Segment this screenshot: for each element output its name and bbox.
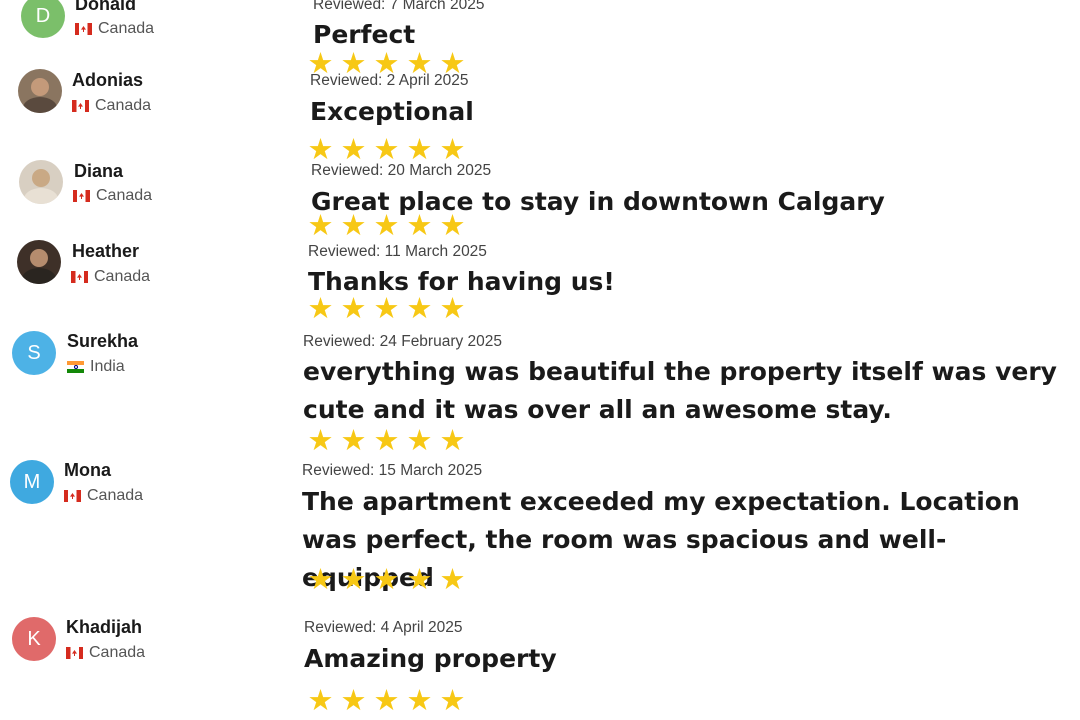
review-date: Reviewed: 11 March 2025 [308,243,487,260]
star-rating: ★ ★ ★ ★ ★ [305,293,468,323]
star-icon: ★ [439,683,466,717]
country-label: Canada [94,268,151,285]
star-icon: ★ [439,132,466,166]
star-icon: ★ [340,132,367,166]
star-icon: ★ [439,562,466,596]
star-icon: ★ [340,208,367,242]
reviewer-country: India [67,358,125,376]
star-rating: ★ ★ ★ ★ ★ [305,564,468,594]
avatar[interactable]: D [21,0,65,38]
avatar[interactable] [19,160,63,204]
star-icon: ★ [406,132,433,166]
reviewer-name: Donald [75,0,136,14]
review-date: Reviewed: 24 February 2025 [303,333,503,350]
review-date: Reviewed: 4 April 2025 [304,619,463,636]
reviewer-country: Canada [75,20,154,38]
star-icon: ★ [439,291,466,325]
star-icon: ★ [307,208,334,242]
reviewer-name: Adonias [72,70,144,90]
review-date: Reviewed: 2 April 2025 [310,72,469,89]
country-label: Canada [87,487,144,504]
star-icon: ★ [307,562,334,596]
star-icon: ★ [340,423,367,457]
reviewer-name: Khadijah [66,617,143,637]
star-icon: ★ [340,562,367,596]
reviewer-country: Canada [73,187,152,205]
india-flag-icon [67,361,84,373]
star-icon: ★ [373,683,400,717]
reviewer-country: Canada [72,97,151,115]
star-rating: ★ ★ ★ ★ ★ [305,134,468,164]
star-rating: ★ ★ ★ ★ ★ [305,210,468,240]
canada-flag-icon [71,271,88,283]
review-date: Reviewed: 15 March 2025 [302,462,483,479]
review-date: Reviewed: 7 March 2025 [313,0,485,13]
reviewer-name: Surekha [67,331,139,351]
country-label: Canada [95,97,152,114]
reviewer-name: Diana [74,161,124,181]
star-icon: ★ [307,683,334,717]
star-icon: ★ [406,291,433,325]
canada-flag-icon [75,23,92,35]
star-icon: ★ [439,208,466,242]
country-label: Canada [98,20,155,37]
star-icon: ★ [373,423,400,457]
star-icon: ★ [406,562,433,596]
star-rating: ★ ★ ★ ★ ★ [305,425,468,455]
avatar[interactable] [18,69,62,113]
star-icon: ★ [406,423,433,457]
avatar[interactable]: S [12,331,56,375]
review-title: Exceptional [310,97,474,126]
canada-flag-icon [64,490,81,502]
canada-flag-icon [72,100,89,112]
canada-flag-icon [66,647,83,659]
star-icon: ★ [373,291,400,325]
star-icon: ★ [307,132,334,166]
country-label: Canada [89,644,146,661]
star-icon: ★ [307,291,334,325]
star-icon: ★ [307,423,334,457]
country-label: India [90,358,125,375]
avatar[interactable]: M [10,460,54,504]
star-icon: ★ [406,208,433,242]
reviews-list: D Donald Canada Reviewed: 7 March 2025 P… [0,0,1080,720]
star-icon: ★ [373,132,400,166]
review-date: Reviewed: 20 March 2025 [311,162,492,179]
review-title: Amazing property [304,644,557,673]
reviewer-name: Heather [72,241,140,261]
star-rating: ★ ★ ★ ★ ★ [305,685,468,715]
star-icon: ★ [373,562,400,596]
reviewer-country: Canada [64,487,143,505]
country-label: Canada [96,187,153,204]
avatar[interactable] [17,240,61,284]
review-title: everything was beautiful the property it… [303,357,1057,424]
star-icon: ★ [340,291,367,325]
star-icon: ★ [340,683,367,717]
canada-flag-icon [73,190,90,202]
star-icon: ★ [439,423,466,457]
avatar[interactable]: K [12,617,56,661]
star-icon: ★ [373,208,400,242]
star-icon: ★ [406,683,433,717]
reviewer-country: Canada [71,268,150,286]
reviewer-country: Canada [66,644,145,662]
reviewer-name: Mona [64,460,111,480]
